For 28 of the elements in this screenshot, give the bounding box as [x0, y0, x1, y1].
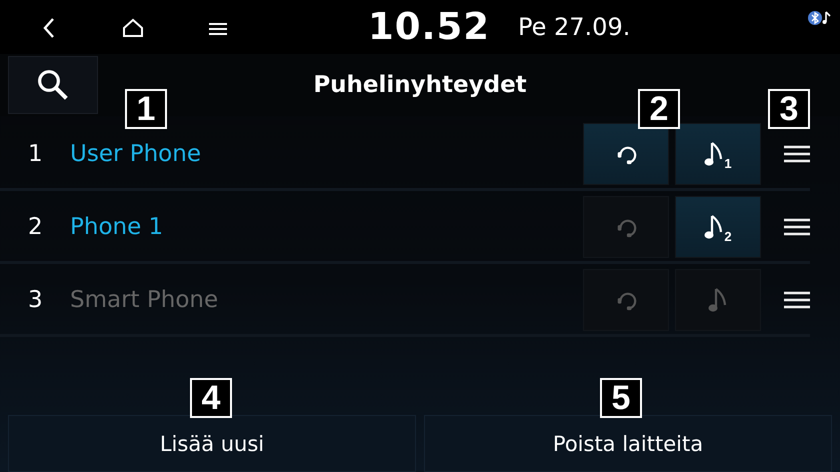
- handsfree-button[interactable]: [583, 123, 669, 185]
- search-button[interactable]: [8, 56, 98, 114]
- menu-icon[interactable]: [784, 218, 810, 236]
- menu-icon[interactable]: [784, 291, 810, 309]
- date-text: Pe 27.09.: [518, 13, 630, 41]
- bluetooth-audio-icon: [806, 8, 832, 28]
- home-icon[interactable]: [122, 18, 144, 38]
- device-name[interactable]: User Phone: [70, 141, 583, 167]
- device-number: 1: [27, 141, 44, 167]
- callout-number: 5: [600, 378, 642, 418]
- device-number: 2: [27, 214, 44, 240]
- audio-slot-number: 2: [724, 228, 732, 244]
- callout-number: 1: [125, 89, 167, 129]
- add-new-button[interactable]: Lisää uusi: [8, 415, 416, 472]
- remove-devices-button[interactable]: Poista laitteita: [424, 415, 832, 472]
- audio-button[interactable]: 2: [675, 196, 761, 258]
- menu-icon[interactable]: [784, 145, 810, 163]
- search-icon: [37, 69, 69, 101]
- device-name[interactable]: Phone 1: [70, 214, 583, 240]
- clock-time: 10.52: [368, 5, 490, 48]
- device-number: 3: [27, 287, 44, 313]
- audio-slot-number: 1: [724, 156, 732, 170]
- callout-number: 4: [190, 378, 232, 418]
- audio-button[interactable]: 1: [675, 123, 761, 185]
- page-title: Puhelinyhteydet: [312, 72, 528, 98]
- callout-number: 2: [638, 89, 680, 129]
- callout-number: 3: [768, 89, 810, 129]
- back-icon[interactable]: [42, 17, 56, 39]
